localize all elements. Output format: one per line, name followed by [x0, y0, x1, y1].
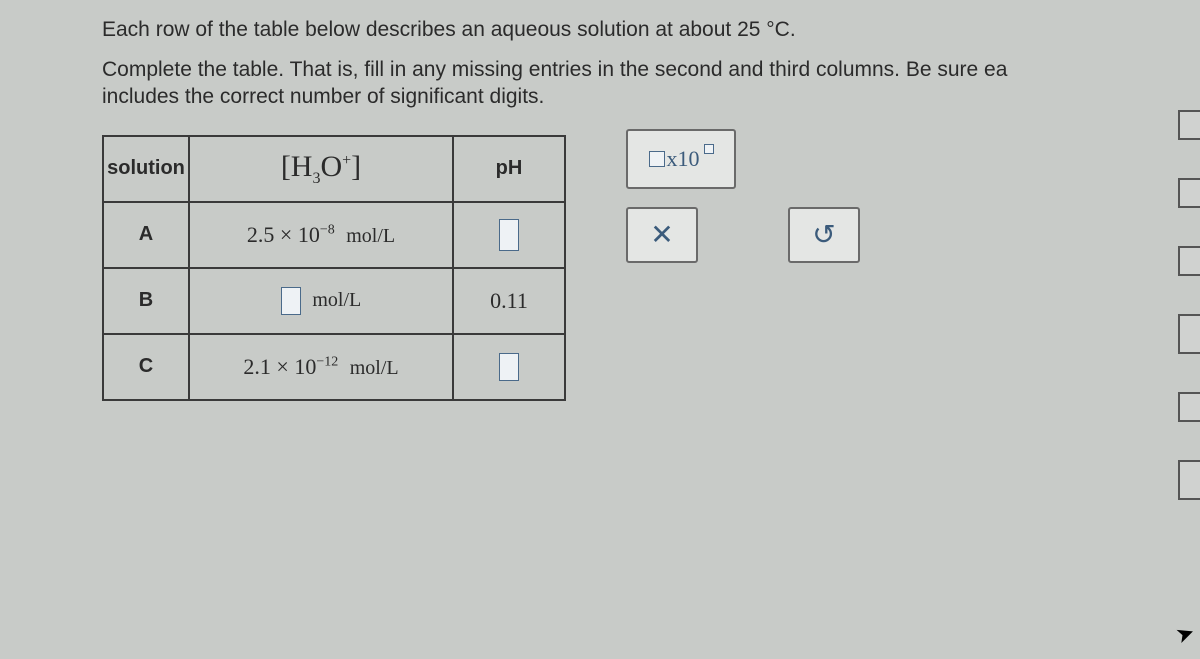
rail-icon[interactable] — [1178, 110, 1200, 140]
row-b-ph: 0.11 — [453, 268, 565, 334]
c-coeff: 2.1 — [243, 354, 271, 379]
instruction-line-1: Each row of the table below describes an… — [102, 18, 1200, 42]
header-h3o: [H3O+] — [189, 136, 453, 202]
exponent-box-icon — [704, 144, 714, 154]
solution-table: solution [H3O+] pH A 2.5 × 10−8 mol/L — [102, 135, 566, 401]
row-label-c: C — [103, 334, 189, 400]
row-label-b: B — [103, 268, 189, 334]
c-exp: −12 — [316, 354, 338, 369]
rail-icon[interactable] — [1178, 392, 1200, 422]
b-unit: mol/L — [312, 289, 361, 311]
table-row: C 2.1 × 10−12 mol/L — [103, 334, 565, 400]
c-times: × — [276, 354, 288, 379]
rail-icon[interactable] — [1178, 178, 1200, 208]
rail-icon[interactable] — [1178, 246, 1200, 276]
reset-button[interactable]: ↺ — [788, 207, 860, 263]
table-row: B mol/L 0.11 — [103, 268, 565, 334]
row-b-h3o-input[interactable]: mol/L — [189, 268, 453, 334]
clear-button[interactable]: ✕ — [626, 207, 698, 263]
cursor-icon: ➤ — [1172, 619, 1198, 650]
instruction-line-2: Complete the table. That is, fill in any… — [102, 56, 1200, 111]
header-ph: pH — [453, 136, 565, 202]
a-exp: −8 — [320, 222, 335, 237]
sci-notation-button[interactable]: x10 — [626, 129, 736, 189]
row-c-ph-input[interactable] — [453, 334, 565, 400]
right-toolbar — [1174, 110, 1200, 500]
instruction-line-2a: Complete the table. That is, fill in any… — [102, 58, 1007, 81]
c-base: 10 — [294, 354, 316, 379]
row-c-h3o: 2.1 × 10−12 mol/L — [189, 334, 453, 400]
a-base: 10 — [298, 222, 320, 247]
instruction-line-3: includes the correct number of significa… — [102, 85, 544, 108]
input-palette: x10 ✕ ↺ — [626, 129, 860, 263]
table-row: A 2.5 × 10−8 mol/L — [103, 202, 565, 268]
header-solution: solution — [103, 136, 189, 202]
row-a-h3o: 2.5 × 10−8 mol/L — [189, 202, 453, 268]
a-unit: mol/L — [346, 225, 395, 247]
row-label-a: A — [103, 202, 189, 268]
close-icon: ✕ — [650, 218, 673, 252]
a-coeff: 2.5 — [247, 222, 275, 247]
c-unit: mol/L — [350, 357, 399, 379]
mantissa-box-icon — [649, 151, 665, 167]
undo-icon: ↺ — [812, 218, 835, 252]
rail-icon[interactable] — [1178, 460, 1200, 500]
row-a-ph-input[interactable] — [453, 202, 565, 268]
rail-icon[interactable] — [1178, 314, 1200, 354]
x10-label: x10 — [667, 146, 700, 172]
a-times: × — [280, 222, 292, 247]
